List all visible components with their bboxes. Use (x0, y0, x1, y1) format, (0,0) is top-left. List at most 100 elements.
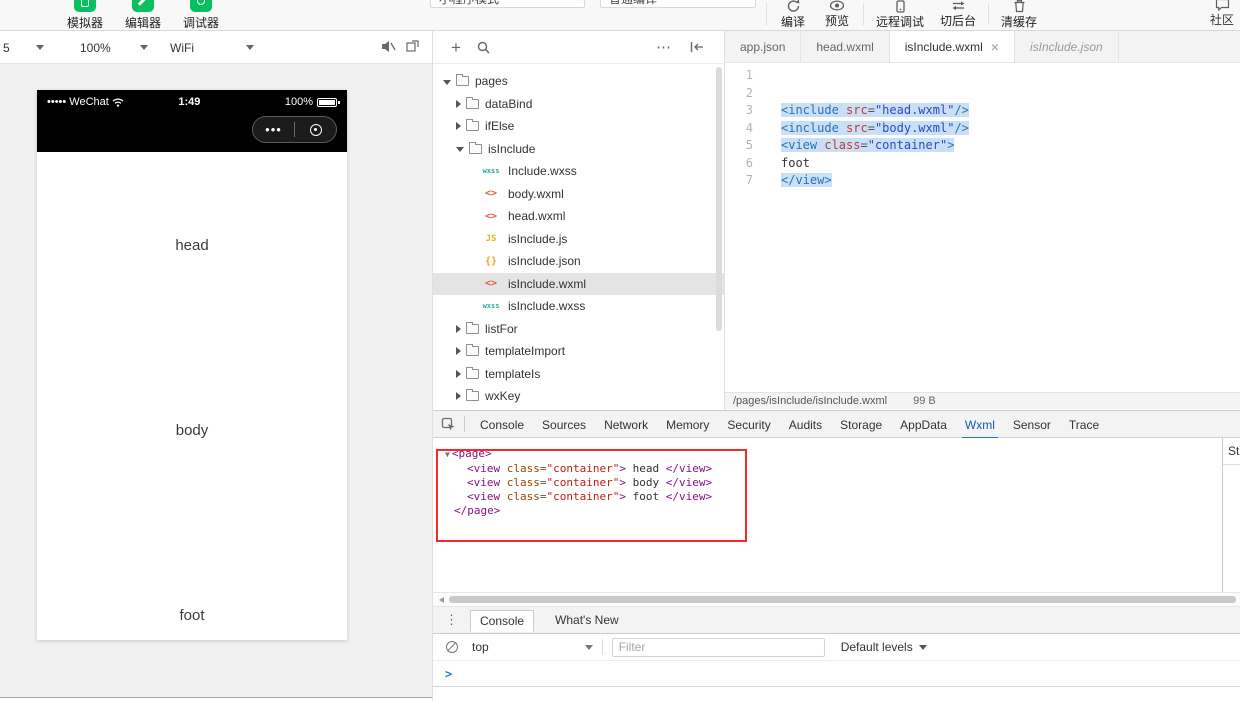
tree-item-listFor[interactable]: listFor (433, 318, 724, 341)
code-token: "container" (546, 476, 620, 489)
tree-item-templateImport[interactable]: templateImport (433, 340, 724, 363)
inspect-element-icon[interactable] (441, 417, 456, 432)
tree-item-ifElse[interactable]: ifElse (433, 115, 724, 138)
wxml-file-icon: <> (484, 188, 498, 200)
chevron-right-icon[interactable] (456, 99, 461, 108)
tree-item-isInclude[interactable]: isInclude (433, 138, 724, 161)
editor-tab-isInclude.wxml[interactable]: isInclude.wxml × (889, 31, 1015, 62)
expander-arrow-icon[interactable]: ▼ (445, 450, 450, 459)
close-icon[interactable]: × (991, 40, 999, 54)
styles-tab-label: St (1228, 444, 1240, 458)
tree-item-pages[interactable]: pages (433, 70, 724, 93)
editor-tab-head.wxml[interactable]: head.wxml (801, 31, 890, 62)
scrollbar-thumb[interactable] (449, 596, 1236, 603)
horizontal-scrollbar[interactable] (433, 592, 1240, 607)
devtools-tab-sources[interactable]: Sources (533, 411, 595, 438)
device-select[interactable]: 5 (3, 31, 44, 64)
editor-tab-label: isInclude.wxml (904, 39, 983, 54)
code-token: <include (781, 103, 839, 117)
chevron-right-icon[interactable] (456, 122, 461, 131)
mute-icon[interactable] (381, 40, 396, 56)
compile-mode-select[interactable]: 普通编译 (600, 0, 756, 8)
devtools-tab-network[interactable]: Network (595, 411, 657, 438)
devtools-tab-console[interactable]: Console (471, 411, 533, 438)
network-select-value: WiFi (170, 40, 194, 55)
mode-select[interactable]: 小程序模式 (430, 0, 585, 8)
chevron-down-icon[interactable] (443, 79, 451, 85)
toolbar-divider (863, 3, 864, 25)
file-tree-list: pages dataBind ifElse isInclude wxss Include.… (433, 64, 724, 408)
tree-item-head.wxml[interactable]: <> head.wxml (433, 205, 724, 228)
drawer-tab-whats-new[interactable]: What's New (546, 610, 628, 630)
console-filter-input[interactable] (611, 637, 825, 657)
search-icon[interactable] (477, 41, 490, 54)
code-token: </page> (454, 504, 501, 517)
chevron-down-icon[interactable] (456, 147, 464, 153)
chevron-right-icon[interactable] (456, 369, 461, 378)
more-options-icon[interactable]: ⋯ (656, 38, 672, 56)
context-select[interactable]: top (472, 640, 593, 654)
add-file-button[interactable]: + (451, 39, 461, 56)
editor-tab-app.json[interactable]: app.json (725, 31, 802, 62)
tree-item-Include.wxss[interactable]: wxss Include.wxss (433, 160, 724, 183)
wxml-tree[interactable]: ▼ <page> <view class="container"> head </v… (433, 438, 1222, 592)
tree-item-isInclude.js[interactable]: JS isInclude.js (433, 228, 724, 251)
clear-cache-button[interactable]: 清缓存 (993, 0, 1045, 30)
tree-item-templateIs[interactable]: templateIs (433, 363, 724, 386)
code-area[interactable]: <include src="head.wxml"/> <include src="… (763, 63, 969, 392)
tree-item-isInclude.wxml[interactable]: <> isInclude.wxml (433, 272, 724, 295)
devtools-tab-storage[interactable]: Storage (831, 411, 891, 438)
devtools-tab-sensor[interactable]: Sensor (1004, 411, 1060, 438)
wxml-node[interactable]: <view class="container"> head </view> (445, 462, 1222, 476)
editor-body[interactable]: 1234567 <include src="head.wxml"/> <inclu… (725, 63, 1240, 392)
editor-tab-isInclude.json[interactable]: isInclude.json (1015, 31, 1119, 62)
collapse-panel-icon[interactable] (690, 41, 704, 53)
editor-button[interactable]: 编辑器 (114, 0, 172, 30)
console-input-line[interactable]: > (433, 661, 1240, 687)
code-token: = (867, 103, 875, 117)
wxml-node[interactable]: <view class="container"> body </view> (445, 476, 1222, 490)
wxml-node[interactable]: </page> (445, 504, 1222, 518)
devtools-tab-security[interactable]: Security (718, 411, 779, 438)
clear-cache-button-label: 清缓存 (1001, 15, 1038, 29)
devtools-tab-wxml[interactable]: Wxml (956, 411, 1004, 439)
compile-button[interactable]: 编译 (771, 0, 815, 30)
tree-item-isInclude.wxss[interactable]: wxss isInclude.wxss (433, 295, 724, 318)
zoom-select[interactable]: 100% (80, 31, 148, 64)
chevron-right-icon[interactable] (456, 392, 461, 401)
line-number: 5 (745, 138, 753, 152)
switch-background-button[interactable]: 切后台 (932, 0, 984, 29)
wxml-node[interactable]: <view class="container"> foot </view> (445, 490, 1222, 504)
tree-item-dataBind[interactable]: dataBind (433, 93, 724, 116)
log-levels-select[interactable]: Default levels (841, 640, 927, 654)
devtools-tab-audits[interactable]: Audits (780, 411, 831, 438)
tree-item-body.wxml[interactable]: <> body.wxml (433, 183, 724, 206)
file-label: dataBind (485, 96, 533, 111)
network-select[interactable]: WiFi (170, 31, 254, 64)
file-tree-scrollbar[interactable] (716, 67, 722, 331)
code-token: src (846, 120, 868, 135)
scroll-left-icon[interactable] (439, 597, 444, 603)
devtools-tab-memory[interactable]: Memory (657, 411, 718, 438)
devtools-tab-trace[interactable]: Trace (1060, 411, 1108, 438)
remote-debug-button[interactable]: 远程调试 (868, 0, 932, 30)
preview-button[interactable]: 预览 (815, 0, 859, 29)
debugger-button[interactable]: 调试器 (172, 0, 230, 30)
devtools-tab-appdata[interactable]: AppData (891, 411, 956, 438)
code-line-text: foot (781, 156, 810, 170)
chevron-right-icon[interactable] (456, 347, 461, 356)
community-button[interactable]: 社区 (1196, 0, 1240, 28)
tree-item-wxKey[interactable]: wxKey (433, 385, 724, 408)
clear-console-icon[interactable] (446, 641, 458, 653)
chevron-right-icon[interactable] (456, 324, 461, 333)
capsule-menu[interactable]: ••• (252, 116, 337, 143)
drawer-tab-console[interactable]: Console (470, 609, 535, 632)
capsule-home-icon[interactable] (295, 117, 336, 142)
code-token: = (539, 476, 547, 489)
simulator-button[interactable]: 模拟器 (56, 0, 114, 30)
kebab-menu-icon[interactable]: ⋮ (445, 612, 458, 628)
tree-item-isInclude.json[interactable]: {} isInclude.json (433, 250, 724, 273)
detach-window-icon[interactable] (406, 40, 419, 55)
wxml-node[interactable]: ▼ <page> (445, 447, 1222, 462)
capsule-more-icon[interactable]: ••• (253, 117, 294, 142)
